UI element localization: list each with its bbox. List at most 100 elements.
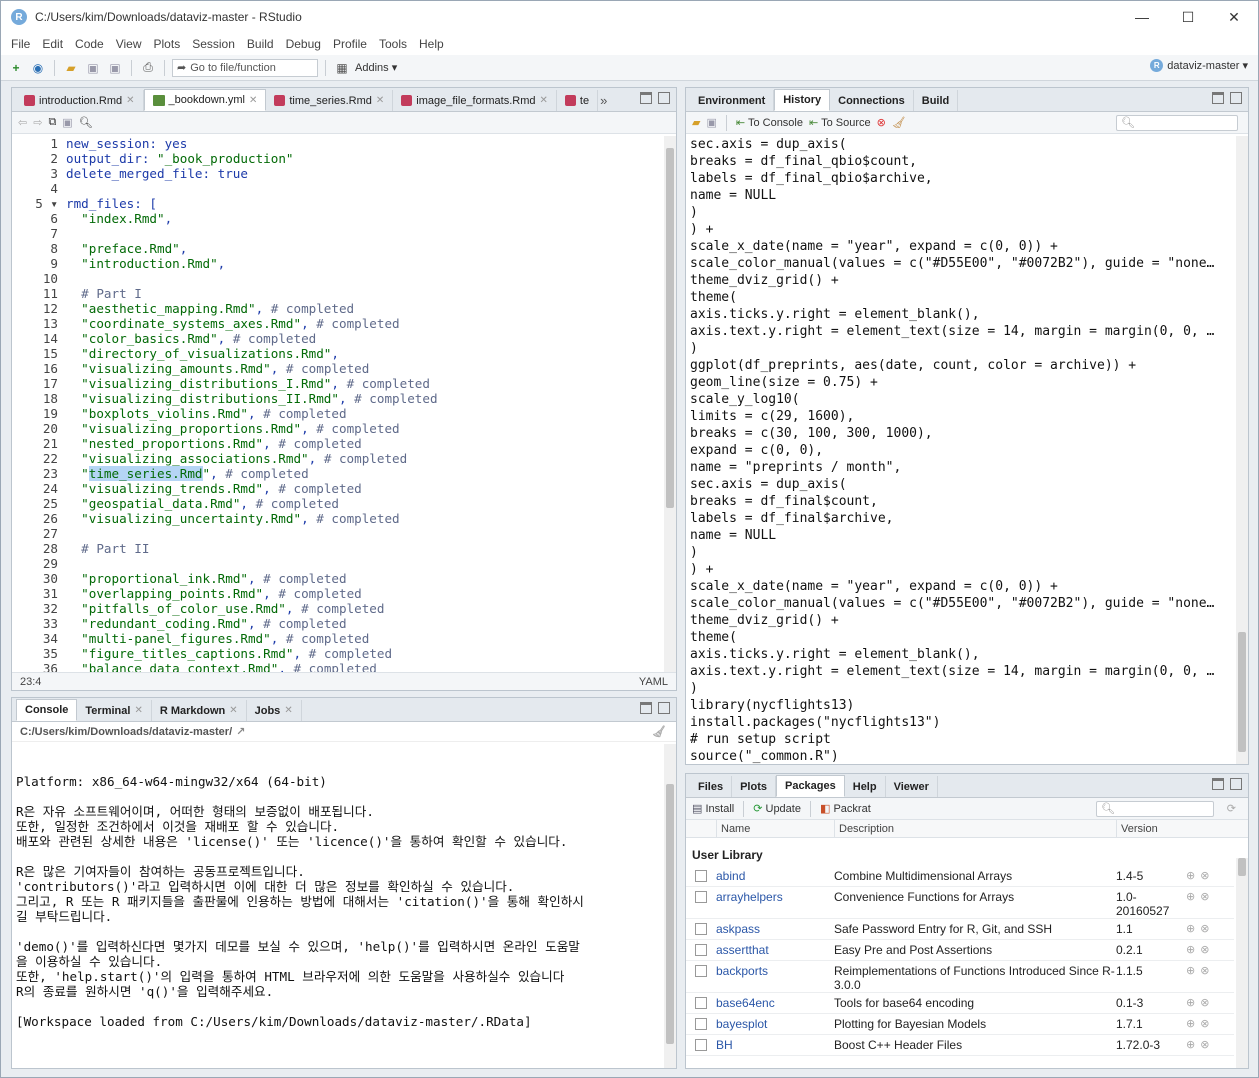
package-checkbox[interactable] [695,891,707,903]
console-scrollbar[interactable] [664,744,676,1068]
tab-history[interactable]: History [774,89,831,111]
menu-edit[interactable]: Edit [36,37,69,51]
package-checkbox[interactable] [695,923,707,935]
history-entry[interactable]: ) [690,204,1234,221]
goto-file-input[interactable]: ➦ Go to file/function [172,58,318,77]
history-entry[interactable]: axis.ticks.y.right = element_blank(), [690,306,1234,323]
history-entry[interactable]: name = "preprints / month", [690,459,1234,476]
close-tab-icon[interactable]: ✕ [376,95,384,106]
header-version[interactable]: Version [1116,820,1236,837]
history-entry[interactable]: scale_x_date(name = "year", expand = c(0… [690,238,1234,255]
grid-icon[interactable]: ▦ [333,60,351,76]
tab-jobs[interactable]: Jobs ✕ [246,700,302,721]
tab-r-markdown[interactable]: R Markdown ✕ [151,700,247,721]
maximize-pane-icon[interactable] [1230,92,1242,104]
save-icon[interactable]: ▣ [84,60,102,76]
package-name-link[interactable]: assertthat [716,943,834,957]
to-console-button[interactable]: ⇤ To Console [736,116,803,129]
globe-icon[interactable]: ⊕ [1186,943,1195,956]
package-name-link[interactable]: abind [716,869,834,883]
save-all-icon[interactable]: ▣ [106,60,124,76]
maximize-button[interactable]: ☐ [1165,1,1211,33]
menu-build[interactable]: Build [241,37,280,51]
menu-tools[interactable]: Tools [373,37,413,51]
header-description[interactable]: Description [834,820,1116,837]
maximize-pane-icon[interactable] [1230,778,1242,790]
maximize-pane-icon[interactable] [658,702,670,714]
close-tab-icon[interactable]: ✕ [540,95,548,106]
tab-bookdown-yml[interactable]: _bookdown.yml ✕ [143,89,267,111]
package-checkbox[interactable] [695,1039,707,1051]
save-history-icon[interactable]: ▣ [706,116,716,129]
minimize-pane-icon[interactable] [1212,92,1224,104]
tab-terminal[interactable]: Terminal ✕ [77,700,152,721]
to-source-button[interactable]: ⇤ To Source [809,116,871,129]
history-entry[interactable]: sec.axis = dup_axis( [690,136,1234,153]
code-text[interactable]: new_session: yes output_dir: "_book_prod… [66,136,662,672]
maximize-pane-icon[interactable] [658,92,670,104]
header-name[interactable]: Name [716,820,834,837]
back-arrow-icon[interactable]: ⇦ [18,116,27,129]
menu-help[interactable]: Help [413,37,450,51]
menu-session[interactable]: Session [186,37,241,51]
load-history-icon[interactable]: ▰ [692,116,700,129]
history-entry[interactable]: scale_color_manual(values = c("#D55E00",… [690,595,1234,612]
close-button[interactable]: ✕ [1211,1,1257,33]
history-entry[interactable]: expand = c(0, 0), [690,442,1234,459]
history-entry[interactable]: breaks = df_final$count, [690,493,1234,510]
globe-icon[interactable]: ⊕ [1186,964,1195,977]
forward-arrow-icon[interactable]: ⇨ [33,116,42,129]
remove-package-icon[interactable]: ⊗ [1200,1017,1209,1030]
file-type[interactable]: YAML [639,676,668,688]
packages-scrollbar[interactable] [1236,858,1248,1068]
save-file-icon[interactable]: ▣ [62,116,72,129]
history-entry[interactable]: library(nycflights13) [690,697,1234,714]
history-entry[interactable]: name = NULL [690,527,1234,544]
tab-te[interactable]: te [556,90,599,111]
remove-package-icon[interactable]: ⊗ [1200,1038,1209,1051]
minimize-button[interactable]: — [1119,1,1165,33]
history-entry[interactable]: theme_dviz_grid() + [690,272,1234,289]
history-entry[interactable]: scale_color_manual(values = c("#D55E00",… [690,255,1234,272]
project-menu[interactable]: Rdataviz-master ▾ [1150,59,1248,72]
history-entry[interactable]: axis.ticks.y.right = element_blank(), [690,646,1234,663]
remove-package-icon[interactable]: ⊗ [1200,943,1209,956]
globe-icon[interactable]: ⊕ [1186,1038,1195,1051]
history-entry[interactable]: breaks = c(30, 100, 300, 1000), [690,425,1234,442]
tab-console[interactable]: Console [16,699,78,721]
history-entry[interactable]: # run setup script [690,731,1234,748]
history-entry[interactable]: scale_y_log10( [690,391,1234,408]
minimize-pane-icon[interactable] [640,702,652,714]
package-name-link[interactable]: bayesplot [716,1017,834,1031]
history-entry[interactable]: install.packages("nycflights13") [690,714,1234,731]
code-editor[interactable]: 1 2 3 4 5 ▾ 6 7 8 9 10 11 12 13 14 15 16 … [12,136,662,672]
console-output[interactable]: Platform: x86_64-w64-mingw32/x64 (64-bit… [12,744,662,1068]
package-name-link[interactable]: BH [716,1038,834,1052]
open-folder-icon[interactable]: ▰ [62,60,80,76]
tab-viewer[interactable]: Viewer [885,776,938,797]
history-entry[interactable]: ggplot(df_preprints, aes(date, count, co… [690,357,1234,374]
history-entry[interactable]: labels = df_final_qbio$archive, [690,170,1234,187]
tab-build[interactable]: Build [913,90,959,111]
history-search-input[interactable]: 🔍︎ [1116,114,1238,131]
remove-package-icon[interactable]: ⊗ [1200,996,1209,1009]
close-tab-icon[interactable]: ✕ [229,705,237,716]
remove-package-icon[interactable]: ⊗ [1200,869,1209,882]
close-tab-icon[interactable]: ✕ [249,95,257,106]
tab-time-series[interactable]: time_series.Rmd ✕ [266,90,394,111]
print-icon[interactable]: ⎙ [139,60,157,76]
history-entry[interactable]: ) [690,544,1234,561]
history-scrollbar[interactable] [1236,136,1248,764]
remove-package-icon[interactable]: ⊗ [1200,890,1209,903]
install-button[interactable]: ▤ Install [692,802,734,815]
addins-menu[interactable]: Addins ▾ [355,61,397,74]
tab-plots[interactable]: Plots [732,776,776,797]
history-entry[interactable]: theme( [690,629,1234,646]
history-entry[interactable]: scale_x_date(name = "year", expand = c(0… [690,578,1234,595]
package-checkbox[interactable] [695,944,707,956]
minimize-pane-icon[interactable] [1212,778,1224,790]
menu-code[interactable]: Code [69,37,110,51]
history-entry[interactable]: ) [690,680,1234,697]
show-in-window-icon[interactable]: ⧉ [48,116,56,129]
package-checkbox[interactable] [695,870,707,882]
